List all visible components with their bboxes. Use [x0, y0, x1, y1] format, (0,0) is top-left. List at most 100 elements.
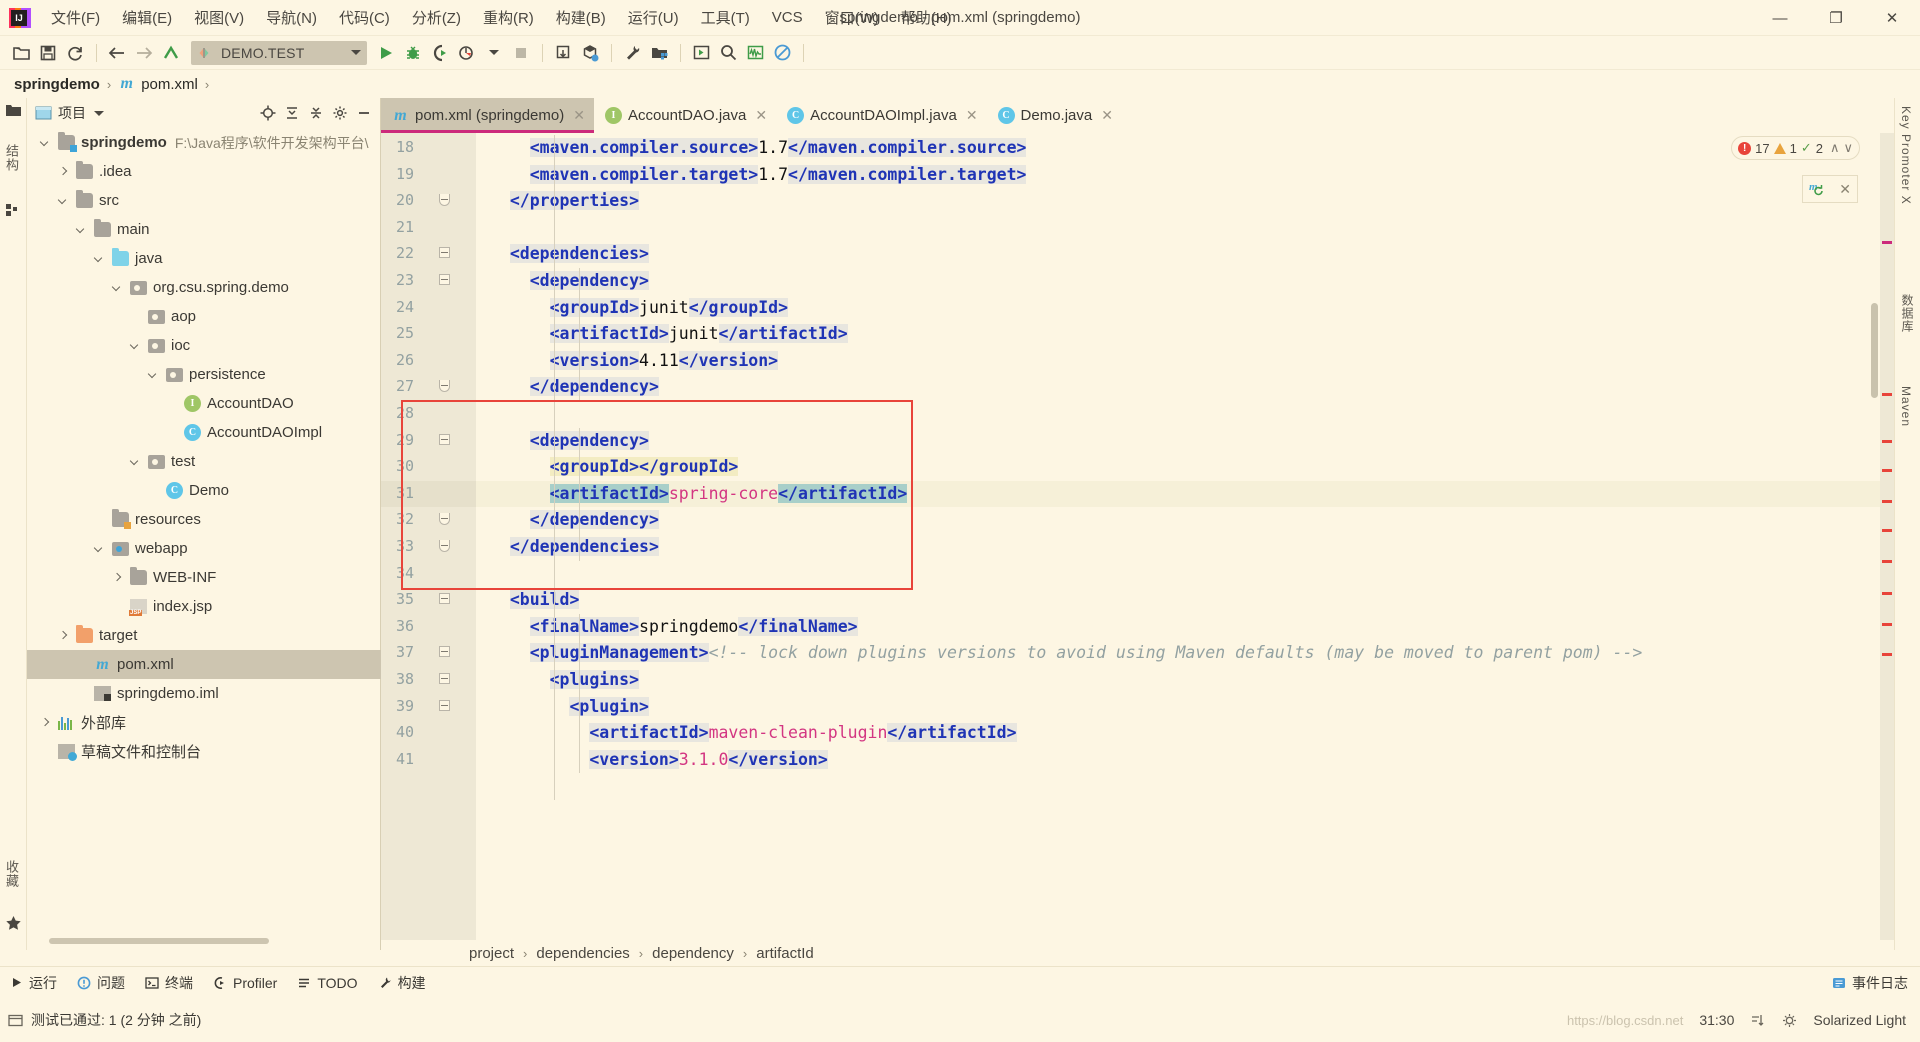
activity-monitor-icon[interactable] — [742, 40, 768, 66]
expand-all-icon[interactable] — [280, 101, 304, 125]
maven-reload-icon[interactable]: m — [1809, 180, 1827, 198]
chevron-down-icon[interactable] — [93, 252, 107, 266]
modules-strip-icon[interactable] — [5, 202, 22, 219]
code-line[interactable]: <dependencies> — [476, 241, 1894, 268]
fold-collapse-icon[interactable] — [439, 646, 452, 659]
tree-item-ioc[interactable]: ioc — [27, 331, 381, 360]
project-view-chevron-down-icon[interactable] — [94, 110, 104, 116]
menu-run[interactable]: 运行(U) — [617, 3, 690, 32]
menu-code[interactable]: 代码(C) — [328, 3, 401, 32]
update-project-icon[interactable] — [550, 40, 576, 66]
menu-build[interactable]: 构建(B) — [545, 3, 617, 32]
chevron-down-icon[interactable] — [147, 368, 161, 382]
tree-item-webapp[interactable]: webapp — [27, 534, 381, 563]
menu-view[interactable]: 视图(V) — [183, 3, 255, 32]
no-access-icon[interactable] — [769, 40, 795, 66]
code-line[interactable]: </dependencies> — [476, 534, 1894, 561]
code-line[interactable] — [476, 215, 1894, 242]
close-button[interactable]: ✕ — [1864, 0, 1920, 36]
code-line[interactable]: <pluginManagement><!-- lock down plugins… — [476, 640, 1894, 667]
code-line[interactable]: </dependency> — [476, 507, 1894, 534]
event-log-label[interactable]: 事件日志 — [1852, 973, 1908, 993]
editor-breadcrumb-dependency[interactable]: dependency — [652, 945, 734, 962]
debug-icon[interactable] — [400, 40, 426, 66]
tree-item-src[interactable]: src — [27, 186, 381, 215]
tree-item-java[interactable]: java — [27, 244, 381, 273]
commit-icon[interactable] — [577, 40, 603, 66]
code-line[interactable] — [476, 561, 1894, 588]
tree-item-target[interactable]: target — [27, 621, 381, 650]
chevron-right-icon[interactable] — [57, 629, 71, 643]
gear-icon[interactable] — [328, 101, 352, 125]
editor-vertical-scrollbar[interactable] — [1871, 303, 1878, 398]
code-line[interactable]: <artifactId>junit</artifactId> — [476, 321, 1894, 348]
code-line[interactable]: </dependency> — [476, 374, 1894, 401]
tree-item-springdemo[interactable]: springdemo F:\Java程序\软件开发架构平台\ — [27, 128, 381, 157]
tree-item-index.jsp[interactable]: index.jsp — [27, 592, 381, 621]
menu-window[interactable]: 窗口(W) — [814, 3, 890, 32]
close-icon[interactable]: ✕ — [1101, 107, 1113, 124]
editor-breadcrumb-artifactid[interactable]: artifactId — [756, 945, 814, 962]
code-line[interactable]: <groupId>junit</groupId> — [476, 295, 1894, 322]
minimize-button[interactable]: — — [1752, 0, 1808, 36]
close-icon[interactable]: ✕ — [755, 107, 767, 124]
locate-icon[interactable] — [256, 101, 280, 125]
tree-item-resources[interactable]: resources — [27, 505, 381, 534]
fold-collapse-icon[interactable] — [439, 673, 452, 686]
project-structure-icon[interactable] — [646, 40, 672, 66]
tree-item-[interactable]: 草稿文件和控制台 — [27, 737, 381, 766]
chevron-right-icon[interactable] — [57, 165, 71, 179]
tree-item-aop[interactable]: aop — [27, 302, 381, 331]
fold-end-icon[interactable] — [439, 513, 452, 526]
fold-collapse-icon[interactable] — [439, 593, 452, 606]
open-project-icon[interactable] — [8, 40, 34, 66]
menu-navigate[interactable]: 导航(N) — [255, 3, 328, 32]
code-line[interactable]: <groupId></groupId> — [476, 454, 1894, 481]
search-everywhere-icon[interactable] — [715, 40, 741, 66]
menu-analyze[interactable]: 分析(Z) — [401, 3, 472, 32]
close-icon[interactable]: ✕ — [573, 107, 585, 124]
code-line[interactable]: <plugins> — [476, 667, 1894, 694]
chevron-right-icon[interactable] — [39, 716, 53, 730]
menu-file[interactable]: 文件(F) — [40, 3, 111, 32]
stop-icon[interactable] — [508, 40, 534, 66]
chevron-down-icon[interactable] — [75, 223, 89, 237]
chevron-right-icon[interactable] — [111, 571, 125, 585]
tree-item-persistence[interactable]: persistence — [27, 360, 381, 389]
editor-error-stripe[interactable] — [1880, 133, 1894, 950]
jump-to-source-icon[interactable] — [158, 40, 184, 66]
maven-strip-tab[interactable]: Maven — [1899, 386, 1913, 427]
tree-item-test[interactable]: test — [27, 447, 381, 476]
chevron-down-icon[interactable] — [129, 455, 143, 469]
tree-item-main[interactable]: main — [27, 215, 381, 244]
menu-refactor[interactable]: 重构(R) — [472, 3, 545, 32]
tool-button-todo[interactable]: TODO — [287, 969, 367, 997]
tree-item-demo[interactable]: C Demo — [27, 476, 381, 505]
breadcrumb-item-file[interactable]: m pom.xml — [118, 75, 197, 93]
run-configuration-selector[interactable]: DEMO.TEST — [191, 40, 367, 65]
code-line[interactable]: <artifactId>spring-core</artifactId> — [476, 481, 1894, 508]
editor-tab-accountdaoimpl[interactable]: C AccountDAOImpl.java ✕ — [776, 98, 986, 133]
code-line[interactable]: <artifactId>maven-clean-plugin</artifact… — [476, 720, 1894, 747]
fold-end-icon[interactable] — [439, 540, 452, 553]
code-line[interactable]: <dependency> — [476, 268, 1894, 295]
tree-item-pom.xml[interactable]: m pom.xml — [27, 650, 381, 679]
editor-code-area[interactable]: <maven.compiler.source>1.7</maven.compil… — [476, 133, 1894, 950]
editor-breadcrumb-dependencies[interactable]: dependencies — [536, 945, 629, 962]
editor-tab-accountdao[interactable]: I AccountDAO.java ✕ — [594, 98, 776, 133]
editor-gutter[interactable]: 18 19 20 21 22 23 24 25 26 27 28 29 30 31 32 33 34 35 36 37… — [381, 133, 476, 950]
database-strip-tab[interactable]: 数据库 — [1899, 294, 1916, 333]
fold-collapse-icon[interactable] — [439, 247, 452, 260]
code-line[interactable]: <finalName>springdemo</finalName> — [476, 614, 1894, 641]
project-tree-horizontal-scrollbar[interactable] — [49, 938, 269, 944]
chevron-down-icon[interactable] — [57, 194, 71, 208]
run-anything-icon[interactable] — [688, 40, 714, 66]
menu-vcs[interactable]: VCS — [761, 5, 814, 30]
close-icon[interactable]: ✕ — [966, 107, 978, 124]
tree-item-.idea[interactable]: .idea — [27, 157, 381, 186]
code-line[interactable]: <maven.compiler.target>1.7</maven.compil… — [476, 162, 1894, 189]
menu-edit[interactable]: 编辑(E) — [111, 3, 183, 32]
chevron-down-icon[interactable] — [351, 50, 361, 55]
breadcrumb-item-project[interactable]: springdemo — [14, 76, 100, 93]
fold-collapse-icon[interactable] — [439, 433, 452, 447]
